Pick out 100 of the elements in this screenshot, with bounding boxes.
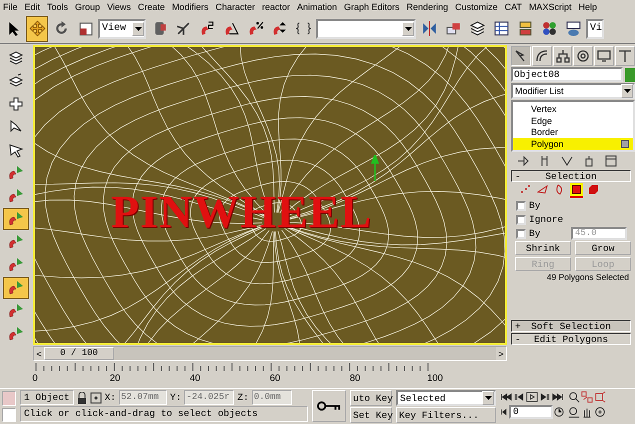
set-key-button[interactable]: Set Key <box>350 407 392 423</box>
rollout-header[interactable]: + Soft Selection <box>511 320 631 332</box>
vertex-icon <box>520 184 531 195</box>
modify-icon <box>534 49 549 63</box>
snap-magnet-icon <box>7 187 25 205</box>
zoom-all-icon[interactable] <box>581 390 593 404</box>
menu-item[interactable]: Tools <box>47 2 68 12</box>
rollout-header[interactable]: - Edit Polygons <box>511 333 631 345</box>
menu-item[interactable]: Rendering <box>406 2 448 12</box>
color-swatch <box>2 408 16 422</box>
timeline-label: 20 <box>110 373 120 384</box>
lock-icon[interactable] <box>76 392 87 404</box>
object-color-swatch[interactable] <box>625 68 635 82</box>
snap-magnet-icon <box>7 256 25 274</box>
orbit-icon[interactable] <box>594 405 606 419</box>
stack-item[interactable]: Edge <box>513 114 633 126</box>
time-config-icon[interactable] <box>554 407 564 417</box>
pin-icon[interactable] <box>517 155 529 167</box>
menu-item[interactable]: Modifiers <box>172 2 208 12</box>
menu-item[interactable]: Group <box>75 2 100 12</box>
menu-item[interactable]: Help <box>578 2 597 12</box>
set-key-button[interactable] <box>312 390 346 422</box>
checkbox[interactable] <box>516 228 526 238</box>
snap-magnet-icon <box>7 279 25 297</box>
z-coordinate-field[interactable]: 0.0mm <box>252 390 292 405</box>
panel-tab[interactable] <box>615 46 635 66</box>
checkbox[interactable] <box>516 214 526 224</box>
key-icon <box>317 400 341 412</box>
timeline-label: 100 <box>427 373 443 384</box>
menu-item[interactable]: Edit <box>24 2 40 12</box>
named-selection-icon <box>294 20 312 37</box>
curve-editor-icon <box>492 20 510 37</box>
snap-magnet-icon <box>7 302 25 320</box>
snap-icon <box>198 20 216 37</box>
select-arrow-icon <box>8 142 24 158</box>
configure-icon[interactable] <box>605 155 617 167</box>
previous-frame-button[interactable]: < <box>34 347 44 360</box>
checkbox[interactable] <box>516 200 526 210</box>
rollout-header[interactable]: - Selection <box>511 170 631 182</box>
checkbox-label: Ignore <box>529 214 564 225</box>
menu-item[interactable]: File <box>3 2 18 12</box>
stack-item[interactable]: Polygon <box>513 138 633 150</box>
object-name-field[interactable]: Object08 <box>511 67 623 82</box>
panel-tab[interactable] <box>552 46 572 66</box>
key-mode-icon[interactable] <box>500 406 508 418</box>
render-teapot-icon <box>564 20 582 37</box>
menu-item[interactable]: Views <box>107 2 131 12</box>
menu-item[interactable]: CAT <box>504 2 522 12</box>
panel-tab[interactable] <box>532 46 552 66</box>
modifier-list-dropdown[interactable]: Modifier List <box>511 83 635 99</box>
menu-item[interactable]: Animation <box>296 2 338 12</box>
stack-item[interactable]: Border <box>513 126 633 138</box>
absolute-mode-icon[interactable] <box>90 392 102 404</box>
panel-tab[interactable] <box>594 46 614 66</box>
zoom-icon[interactable] <box>568 390 580 404</box>
hierarchy-icon <box>556 49 570 63</box>
motion-icon <box>576 49 590 63</box>
status-prompt: Click or click-and-drag to select objects <box>20 406 308 422</box>
field-of-view-icon[interactable] <box>568 405 580 419</box>
toolbar-dropdown[interactable]: Vi <box>586 18 604 38</box>
plus-icon <box>8 96 24 112</box>
snap-magnet-icon <box>7 325 25 343</box>
key-filters-button[interactable]: Key Filters... <box>396 407 496 423</box>
key-mode-dropdown[interactable]: Selected <box>396 390 496 406</box>
remove-modifier-icon[interactable] <box>583 155 595 167</box>
menu-item[interactable]: Character <box>215 2 255 12</box>
snap-magnet-icon <box>7 233 25 251</box>
y-coordinate-field[interactable]: -24.025r <box>184 390 234 405</box>
panel-button[interactable]: Shrink <box>515 241 571 255</box>
play-icon[interactable] <box>526 390 538 404</box>
time-slider-thumb[interactable]: 0 / 100 <box>44 347 114 360</box>
axis-icon <box>174 20 192 37</box>
coordinate-label: Z: <box>237 392 249 403</box>
menu-item[interactable]: MAXScript <box>528 2 572 12</box>
move-icon <box>28 20 46 37</box>
stack-toggle-icon <box>621 140 629 148</box>
select-object-icon <box>8 119 24 135</box>
color-swatch <box>2 391 16 406</box>
next-frame-button[interactable]: > <box>496 347 506 360</box>
x-coordinate-field[interactable]: 52.07mm <box>119 390 168 405</box>
auto-key-button[interactable]: uto Key <box>350 390 392 406</box>
scale-icon <box>76 20 94 37</box>
toolbar-dropdown[interactable]: View <box>98 18 146 38</box>
polygon-icon <box>571 184 582 195</box>
material-editor-icon <box>540 20 558 37</box>
menu-item[interactable]: Customize <box>455 2 498 12</box>
menu-item[interactable]: reactor <box>262 2 290 12</box>
layers-icon <box>8 50 24 66</box>
panel-tab[interactable] <box>573 46 594 66</box>
panel-tab[interactable] <box>511 46 531 66</box>
stack-item[interactable]: Vertex <box>513 103 633 115</box>
unique-icon[interactable] <box>561 155 573 167</box>
zoom-extents-icon[interactable] <box>594 390 606 404</box>
element-icon <box>588 184 599 195</box>
menu-item[interactable]: Graph Editors <box>344 2 400 12</box>
frame-field[interactable]: 0 <box>509 405 553 419</box>
panel-button[interactable]: Grow <box>575 241 631 255</box>
subobject-button[interactable] <box>570 183 583 198</box>
timeline-label: 0 <box>32 373 38 384</box>
menu-item[interactable]: Create <box>138 2 165 12</box>
